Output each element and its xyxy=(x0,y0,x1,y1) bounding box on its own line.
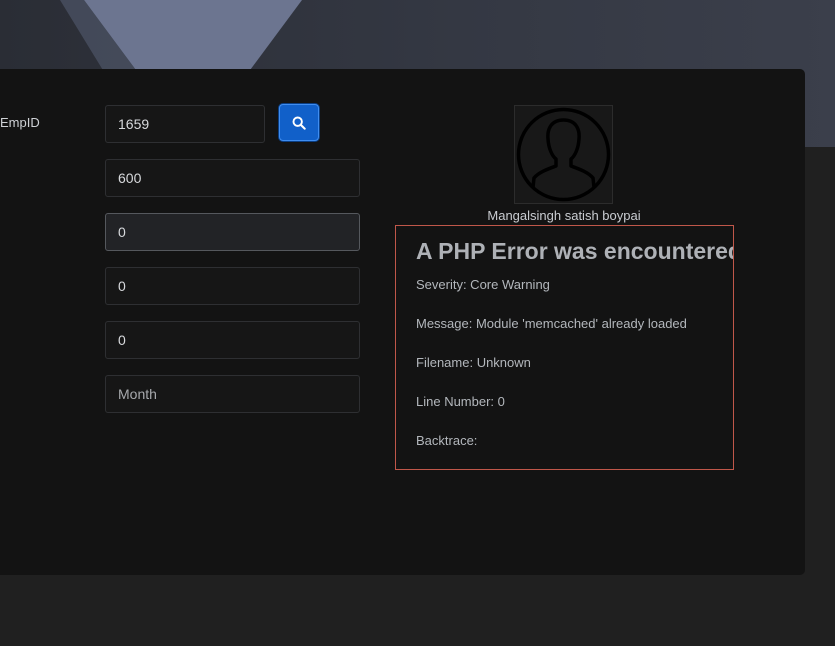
php-error-box: A PHP Error was encountered Severity: Co… xyxy=(395,225,734,470)
employee-avatar xyxy=(514,105,613,204)
error-title: A PHP Error was encountered xyxy=(416,238,734,264)
value-field-2[interactable] xyxy=(105,267,360,305)
employee-name: Mangalsingh satish boypai xyxy=(487,208,641,223)
user-silhouette-icon xyxy=(516,107,611,202)
amount-field[interactable] xyxy=(105,159,360,197)
value-field-3[interactable] xyxy=(105,321,360,359)
error-severity: Severity: Core Warning xyxy=(416,277,550,292)
search-button[interactable] xyxy=(279,104,319,141)
error-filename: Filename: Unknown xyxy=(416,355,531,370)
empid-input[interactable] xyxy=(105,105,265,143)
month-field[interactable] xyxy=(105,375,360,413)
search-icon xyxy=(292,116,306,130)
empid-label: EmpID xyxy=(0,115,40,130)
error-backtrace: Backtrace: xyxy=(416,433,478,448)
error-line-number: Line Number: 0 xyxy=(416,394,505,409)
error-message: Message: Module 'memcached' already load… xyxy=(416,316,687,331)
value-field-1[interactable] xyxy=(105,213,360,251)
